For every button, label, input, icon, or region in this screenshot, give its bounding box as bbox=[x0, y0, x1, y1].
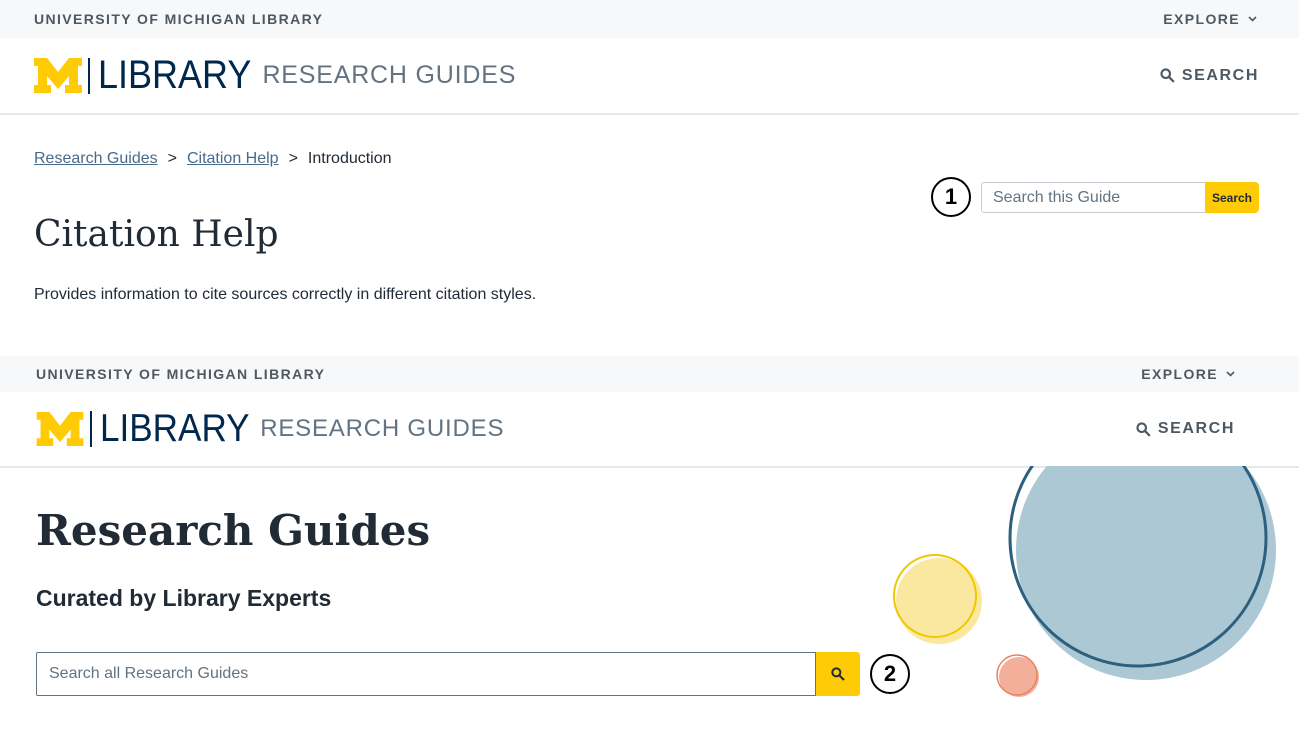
decorative-circles bbox=[860, 466, 1299, 738]
page-description: Provides information to cite sources cor… bbox=[34, 286, 537, 303]
callout-badge-1: 1 bbox=[931, 177, 971, 217]
all-guides-search-form bbox=[36, 652, 860, 696]
library-logo-link[interactable]: LIBRARY RESEARCH GUIDES bbox=[36, 407, 504, 451]
research-guides-wordmark: RESEARCH GUIDES bbox=[260, 415, 505, 442]
explore-button[interactable]: EXPLORE bbox=[1163, 11, 1257, 27]
breadcrumb-citation-help[interactable]: Citation Help bbox=[187, 150, 279, 168]
breadcrumb-separator: > bbox=[288, 150, 298, 167]
search-icon bbox=[1160, 68, 1175, 83]
search-icon bbox=[831, 667, 845, 681]
library-logo-link[interactable]: LIBRARY RESEARCH GUIDES bbox=[34, 53, 516, 98]
breadcrumb: Research Guides > Citation Help > Introd… bbox=[34, 150, 392, 168]
breadcrumb-separator: > bbox=[167, 150, 177, 167]
site-header: LIBRARY RESEARCH GUIDES SEARCH bbox=[0, 392, 1299, 468]
guide-search-form: Search bbox=[981, 182, 1259, 213]
all-guides-search-button[interactable] bbox=[816, 652, 860, 696]
all-guides-search-input[interactable] bbox=[36, 652, 816, 696]
guide-search-input[interactable] bbox=[981, 182, 1205, 213]
site-header: LIBRARY RESEARCH GUIDES SEARCH bbox=[0, 38, 1299, 115]
chevron-down-icon bbox=[1248, 14, 1257, 25]
block-m-logo bbox=[34, 58, 82, 93]
research-guides-wordmark: RESEARCH GUIDES bbox=[262, 61, 517, 89]
university-label[interactable]: UNIVERSITY OF MICHIGAN LIBRARY bbox=[36, 366, 325, 382]
header-search-label: SEARCH bbox=[1157, 420, 1235, 437]
top-banner: UNIVERSITY OF MICHIGAN LIBRARY EXPLORE bbox=[0, 356, 1299, 392]
library-wordmark: LIBRARY bbox=[98, 53, 252, 97]
callout-badge-2: 2 bbox=[870, 654, 910, 694]
explore-button[interactable]: EXPLORE bbox=[1141, 366, 1235, 382]
block-m-logo bbox=[36, 412, 84, 446]
header-search-button[interactable]: SEARCH bbox=[1135, 420, 1235, 438]
header-search-label: SEARCH bbox=[1181, 66, 1259, 84]
chevron-down-icon bbox=[1226, 369, 1235, 380]
library-wordmark: LIBRARY bbox=[100, 407, 250, 450]
breadcrumb-research-guides[interactable]: Research Guides bbox=[34, 150, 158, 168]
top-banner: UNIVERSITY OF MICHIGAN LIBRARY EXPLORE bbox=[0, 0, 1299, 38]
logo-divider bbox=[88, 57, 90, 94]
logo-divider bbox=[90, 411, 92, 447]
search-icon bbox=[1136, 421, 1151, 437]
home-title: Research Guides bbox=[36, 506, 431, 555]
guide-search-button[interactable]: Search bbox=[1205, 182, 1259, 213]
explore-label: EXPLORE bbox=[1163, 11, 1240, 27]
page-title: Citation Help bbox=[34, 214, 279, 255]
university-label[interactable]: UNIVERSITY OF MICHIGAN LIBRARY bbox=[34, 11, 323, 27]
explore-label: EXPLORE bbox=[1141, 366, 1218, 382]
breadcrumb-current: Introduction bbox=[307, 150, 392, 167]
header-search-button[interactable]: SEARCH bbox=[1159, 67, 1259, 85]
home-subtitle: Curated by Library Experts bbox=[36, 585, 332, 611]
